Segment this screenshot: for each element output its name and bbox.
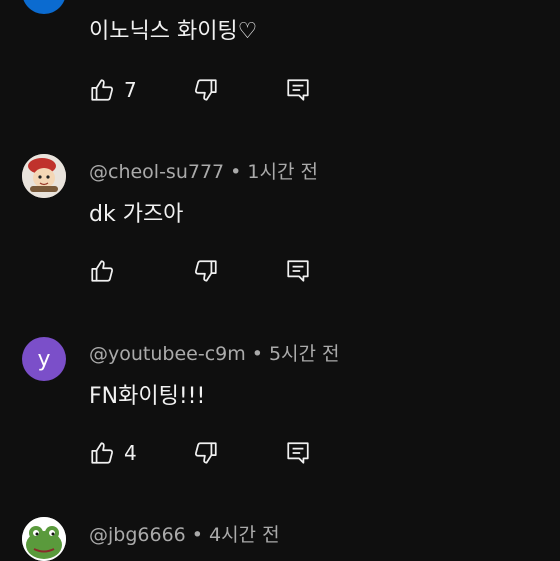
comment-actions: 4 <box>89 438 389 468</box>
reply-button[interactable] <box>285 256 311 286</box>
frog-avatar-image <box>22 517 66 561</box>
author-name[interactable]: @youtubee-c9m <box>89 343 246 365</box>
reply-comment-icon <box>285 77 311 103</box>
dislike-button[interactable] <box>193 75 219 105</box>
comment-time: 1시간 전 <box>247 161 318 183</box>
thumbs-up-icon <box>89 440 115 466</box>
comment-text: FN화이팅!!! <box>89 384 206 409</box>
like-count: 7 <box>124 78 137 102</box>
comment-actions: 7 <box>89 75 389 105</box>
avatar[interactable]: y <box>22 337 66 381</box>
avatar-letter: y <box>37 346 51 372</box>
separator-dot: • <box>230 161 242 183</box>
comment-time: 5시간 전 <box>268 343 340 365</box>
like-button[interactable] <box>89 256 124 286</box>
reply-comment-icon <box>285 258 311 284</box>
comment-meta: @youtubee-c9m • 5시간 전 <box>89 339 340 366</box>
comment-text: dk 가즈아 <box>89 202 184 227</box>
thumbs-down-icon <box>193 258 219 284</box>
avatar[interactable] <box>22 0 66 14</box>
reply-button[interactable] <box>285 75 311 105</box>
like-count: 4 <box>124 441 137 465</box>
comment-text: 이노닉스 화이팅♡ <box>89 19 258 44</box>
thumbs-down-icon <box>193 77 219 103</box>
author-name[interactable]: @jbg6666 <box>89 524 186 546</box>
comment-time: 4시간 전 <box>208 524 280 546</box>
cartoon-avatar-image <box>22 154 66 198</box>
thumbs-down-icon <box>193 440 219 466</box>
avatar[interactable] <box>22 517 66 561</box>
comment-meta: @jbg6666 • 4시간 전 <box>89 520 280 547</box>
separator-dot: • <box>191 524 203 546</box>
dislike-button[interactable] <box>193 438 219 468</box>
author-name[interactable]: @cheol-su777 <box>89 161 224 183</box>
avatar[interactable] <box>22 154 66 198</box>
comment-meta: @cheol-su777 • 1시간 전 <box>89 157 318 184</box>
like-button[interactable]: 7 <box>89 75 137 105</box>
thumbs-up-icon <box>89 258 115 284</box>
like-button[interactable]: 4 <box>89 438 137 468</box>
thumbs-up-icon <box>89 77 115 103</box>
separator-dot: • <box>251 343 263 365</box>
comment-actions <box>89 256 389 286</box>
dislike-button[interactable] <box>193 256 219 286</box>
reply-comment-icon <box>285 440 311 466</box>
reply-button[interactable] <box>285 438 311 468</box>
